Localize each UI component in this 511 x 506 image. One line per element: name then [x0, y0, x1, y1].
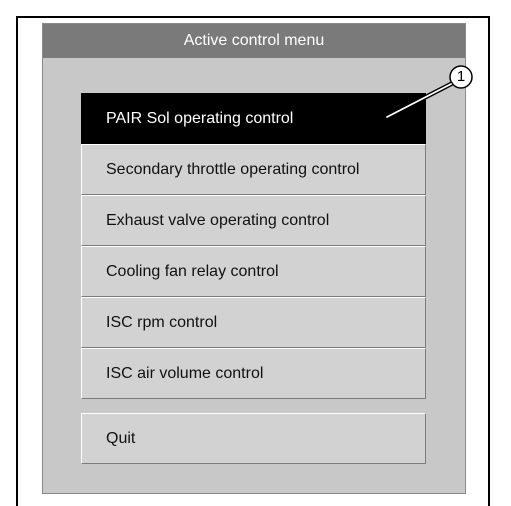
- active-control-window: Active control menu PAIR Sol operating c…: [42, 23, 466, 494]
- quit-button[interactable]: Quit: [81, 413, 426, 464]
- menu-item-isc-air-volume[interactable]: ISC air volume control: [81, 348, 426, 399]
- menu-item-pair-sol[interactable]: PAIR Sol operating control: [81, 93, 426, 144]
- menu-item-cooling-fan-relay[interactable]: Cooling fan relay control: [81, 246, 426, 297]
- menu-item-isc-rpm[interactable]: ISC rpm control: [81, 297, 426, 348]
- menu-item-exhaust-valve[interactable]: Exhaust valve operating control: [81, 195, 426, 246]
- callout-number: 1: [456, 68, 466, 85]
- control-menu: PAIR Sol operating control Secondary thr…: [81, 93, 426, 399]
- window-title: Active control menu: [43, 24, 465, 58]
- menu-item-secondary-throttle[interactable]: Secondary throttle operating control: [81, 144, 426, 195]
